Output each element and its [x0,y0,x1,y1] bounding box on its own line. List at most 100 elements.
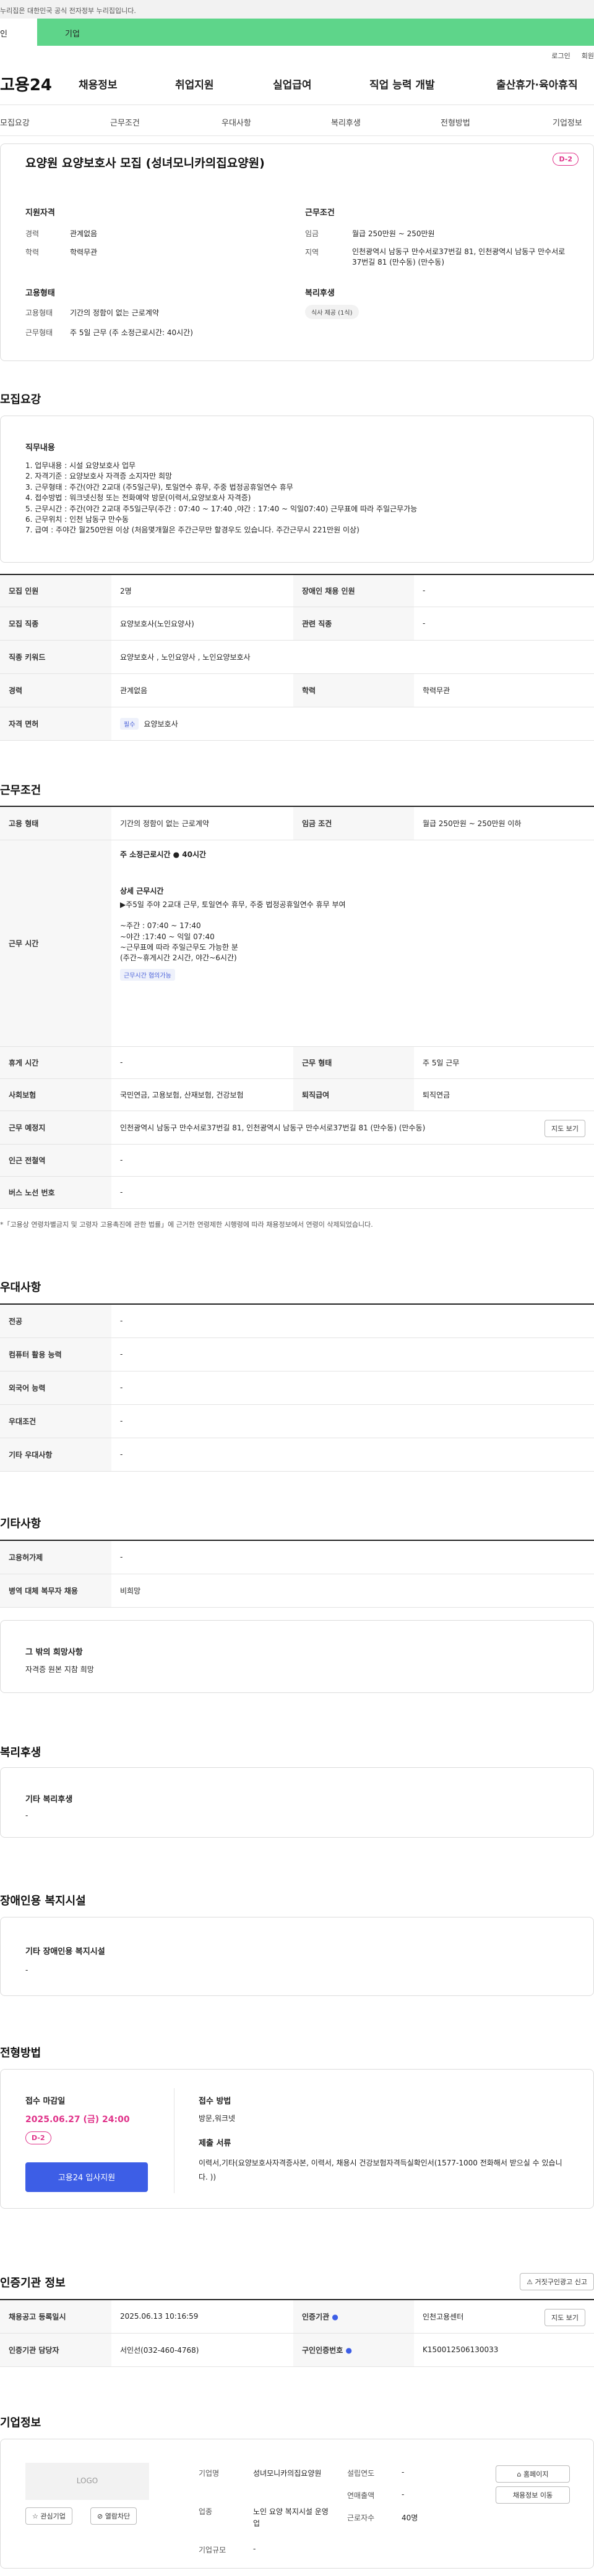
worktype-label: 근무형태 [25,328,53,337]
company-jobs-button[interactable]: 채용정보 이동 [496,2486,570,2504]
gnb-item-unemployment-benefit[interactable]: 실업급여 [273,76,312,92]
table-row: 채용공고 등록일시 2025.06.13 10:16:59 인증기관 ● 인천고용센터… [0,2300,594,2334]
selection-section-title: 전형방법 [0,2047,41,2060]
founded-label: 설립연도 [347,2469,375,2478]
table-row: 근무 시간 주 소정근로시간 ● 40시간 상세 근무시간 ▶주5일 주야 2교… [0,840,594,1047]
tab-personal[interactable]: 인 [0,19,37,46]
cell-value: K150012506130033 [414,2333,594,2367]
sales-value: - [402,2490,405,2499]
edu-row: 학력 학력무관 [25,247,97,257]
required-chip: 필수 [120,717,139,730]
cert-agency-label: 인증기관 [302,2312,330,2321]
disability-box-text: - [25,1966,28,1974]
cell-label: 모집 직종 [0,607,111,641]
other-wish-box: 그 밖의 희망사항 자격증 원본 지참 희망 [0,1620,594,1693]
other-wish-text: 자격증 원본 지참 희망 [25,1665,94,1674]
method-value: 방문,워크넷 [199,2114,236,2123]
info-icon[interactable]: ● [332,2313,338,2321]
cell-value: 요양보호사(노인요양사) [111,607,293,641]
table-row: 컴퓨터 활용 능력 - [0,1337,594,1371]
table-row: 자격 면허 필수 요양보호사 [0,707,594,741]
job-summary-card: 요양원 요양보호사 모집 (성녀모니카의집요양원) D-2 지원자격 경력 관계없… [0,143,594,361]
anchor-selection[interactable]: 전형방법 [441,116,470,128]
welfare-box: 기타 복리후생 - [0,1767,594,1838]
cell-label: 인증기관 담당자 [0,2333,111,2367]
agency-map-button[interactable]: 지도 보기 [544,2309,585,2326]
other-section-title: 기타사항 [0,1517,41,1530]
detail-text: ▶주5일 주야 2교대 근무, 토일연수 휴무, 주중 법정공휴일연수 휴무 부… [120,900,346,963]
anchor-preference[interactable]: 우대사항 [222,116,251,128]
gnb-item-vocational-training[interactable]: 직업 능력 개발 [369,76,435,92]
employment-title: 고용형태 [25,289,55,298]
other-wish-title: 그 밖의 희망사항 [25,1648,83,1657]
table-row: 인증기관 담당자 서인선(032-460-4768) 구인인증번호 ● K150012… [0,2333,594,2367]
preference-table: 전공 - 컴퓨터 활용 능력 - 외국어 능력 - 우대조건 - 기타 우대사항 - [0,1303,594,1472]
site-logo[interactable]: 고용24 [0,72,71,95]
tab-corporate[interactable]: 기업 [37,19,594,46]
table-row: 병역 대체 복무자 채용 비희망 [0,1574,594,1608]
table-row: 경력 관계없음 학력 학력무관 [0,673,594,707]
cell-value: - [111,1304,594,1338]
cert-table: 채용공고 등록일시 2025.06.13 10:16:59 인증기관 ● 인천고용센터… [0,2299,594,2367]
cell-label: 외국어 능력 [0,1371,111,1405]
other-table: 고용허가제 - 병역 대체 복무자 채용 비희망 [0,1540,594,1608]
anchor-company[interactable]: 기업정보 [553,116,582,128]
anchor-welfare[interactable]: 복리후생 [331,116,361,128]
report-fake-ad-button[interactable]: ⚠ 거짓구인광고 신고 [520,2273,594,2290]
industry-label: 업종 [199,2507,213,2516]
info-icon[interactable]: ● [345,2346,351,2355]
block-view-button[interactable]: ⊘ 열람차단 [90,2507,137,2525]
favorite-company-button[interactable]: ☆ 관심기업 [25,2507,72,2525]
selection-dday-badge: D-2 [25,2131,51,2144]
cell-value: 2명 [111,574,293,607]
method-label: 접수 방법 [199,2097,231,2106]
wage-label: 임금 [305,229,319,238]
worktype-row: 근무형태 주 5일 근무 (주 소정근로시간: 40시간) [25,327,193,338]
preference-section-title: 우대사항 [0,1281,41,1294]
login-link[interactable]: 로그인 [551,52,570,60]
gov-notice-text: 누리집은 대한민국 공식 전자정부 누리집입니다. [0,7,136,15]
table-row: 기타 우대사항 - [0,1438,594,1472]
selection-box: 접수 마감일 2025.06.27 (금) 24:00 D-2 고용24 입사지… [0,2069,594,2209]
wage-value: 월급 250만원 ~ 250만원 [352,229,435,238]
anchor-recruit[interactable]: 모집요강 [0,116,30,128]
deadline-label: 접수 마감일 [25,2097,66,2106]
qualification-title: 지원자격 [25,208,55,218]
cell-value: - [111,1144,594,1177]
apply-button[interactable]: 고용24 입사지원 [25,2162,148,2192]
dday-badge: D-2 [553,153,579,166]
cell-value: - [111,1337,594,1371]
homepage-button[interactable]: ⌂ 홈페이지 [496,2465,570,2483]
cell-label: 기타 우대사항 [0,1438,111,1472]
disability-section-title: 장애인용 복지시설 [0,1895,86,1908]
gnb-item-employment-support[interactable]: 취업지원 [175,76,214,92]
gnb-item-jobs[interactable]: 채용정보 [79,76,118,92]
map-button[interactable]: 지도 보기 [544,1119,585,1137]
cell-label: 경력 [0,673,111,707]
employees-label: 근로자수 [347,2514,375,2522]
home-icon: ⌂ [517,2470,523,2478]
cell-value: 기간의 정함이 없는 근로계약 [111,806,293,840]
cell-value: - [111,1046,293,1079]
region-value: 인천광역시 남동구 만수서로37번길 81, 인천광역시 남동구 만수서로37번… [352,247,566,267]
join-link[interactable]: 회원 [582,52,594,60]
gnb-item-parental-leave[interactable]: 출산휴가·육아휴직 [496,76,578,92]
cell-value: 관계없음 [111,673,293,707]
cell-value: 주 5일 근무 [414,1046,594,1079]
table-row: 고용허가제 - [0,1540,594,1574]
duty-title: 직무내용 [25,443,55,453]
size-label: 기업규모 [199,2546,226,2554]
place-value: 인천광역시 남동구 만수서로37번길 81, 인천광역시 남동구 만수서로37번… [120,1123,426,1132]
table-row: 직종 키워드 요양보호사 , 노인요양사 , 노인요양보호사 [0,640,594,674]
cell-value: 월급 250만원 ~ 250만원 이하 [414,806,594,840]
cell-label: 관련 직종 [293,607,414,641]
cell-label: 근무 예정지 [0,1111,111,1145]
anchor-workcond[interactable]: 근무조건 [110,116,140,128]
cell-label: 채용공고 등록일시 [0,2300,111,2334]
gov-notice-bar: 누리집은 대한민국 공식 전자정부 누리집입니다. [0,0,594,19]
cell-value: - [414,574,594,607]
cell-label: 인근 전철역 [0,1144,111,1177]
table-row: 근무 예정지 인천광역시 남동구 만수서로37번길 81, 인천광역시 남동구 만… [0,1111,594,1145]
cell-value: 2025.06.13 10:16:59 [111,2300,293,2334]
welfare-box-title: 기타 복리후생 [25,1795,73,1804]
